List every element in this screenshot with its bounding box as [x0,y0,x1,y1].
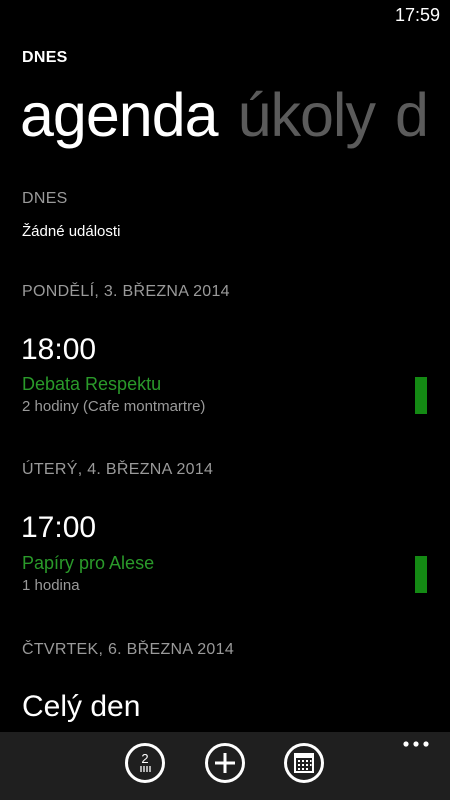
app-bar: 2 [0,732,450,800]
day-view-number: 2 [141,751,148,766]
pivot-item-tasks[interactable]: úkoly [238,81,376,149]
pivot-item-next[interactable]: d [395,81,429,149]
section-header-thursday: ČTVRTEK, 6. BŘEZNA 2014 [22,641,235,658]
event-details: 2 hodiny (Cafe montmartre) [22,398,206,415]
event-item-allday[interactable]: Celý den [22,690,140,724]
month-view-button[interactable] [284,743,324,783]
clock: 17:59 [394,5,440,25]
event-time: 17:00 [21,511,97,544]
day-view-icon: 2 [140,751,151,772]
section-header-tuesday: ÚTERÝ, 4. BŘEZNA 2014 [22,461,214,478]
calendar-icon [294,753,314,773]
app-title: DNES [22,49,68,66]
pivot-item-agenda[interactable]: agenda [20,81,219,149]
calendar-color-marker [415,556,427,593]
more-options-icon[interactable] [402,740,430,748]
add-event-button[interactable] [205,743,245,783]
event-title: Papíry pro Alese [22,553,155,573]
event-details: 1 hodina [22,577,80,594]
pivot-header: agenda úkoly d [20,79,448,151]
add-icon [215,753,235,773]
event-title: Debata Respektu [22,374,162,394]
section-header-monday: PONDĚLÍ, 3. BŘEZNA 2014 [22,283,230,300]
calendar-color-marker [415,377,427,414]
no-events-text: Žádné události [22,223,121,240]
section-header-today: DNES [22,190,68,207]
event-time: 18:00 [21,333,97,366]
status-bar: 17:59 [0,0,450,32]
day-view-button[interactable]: 2 [125,743,165,783]
